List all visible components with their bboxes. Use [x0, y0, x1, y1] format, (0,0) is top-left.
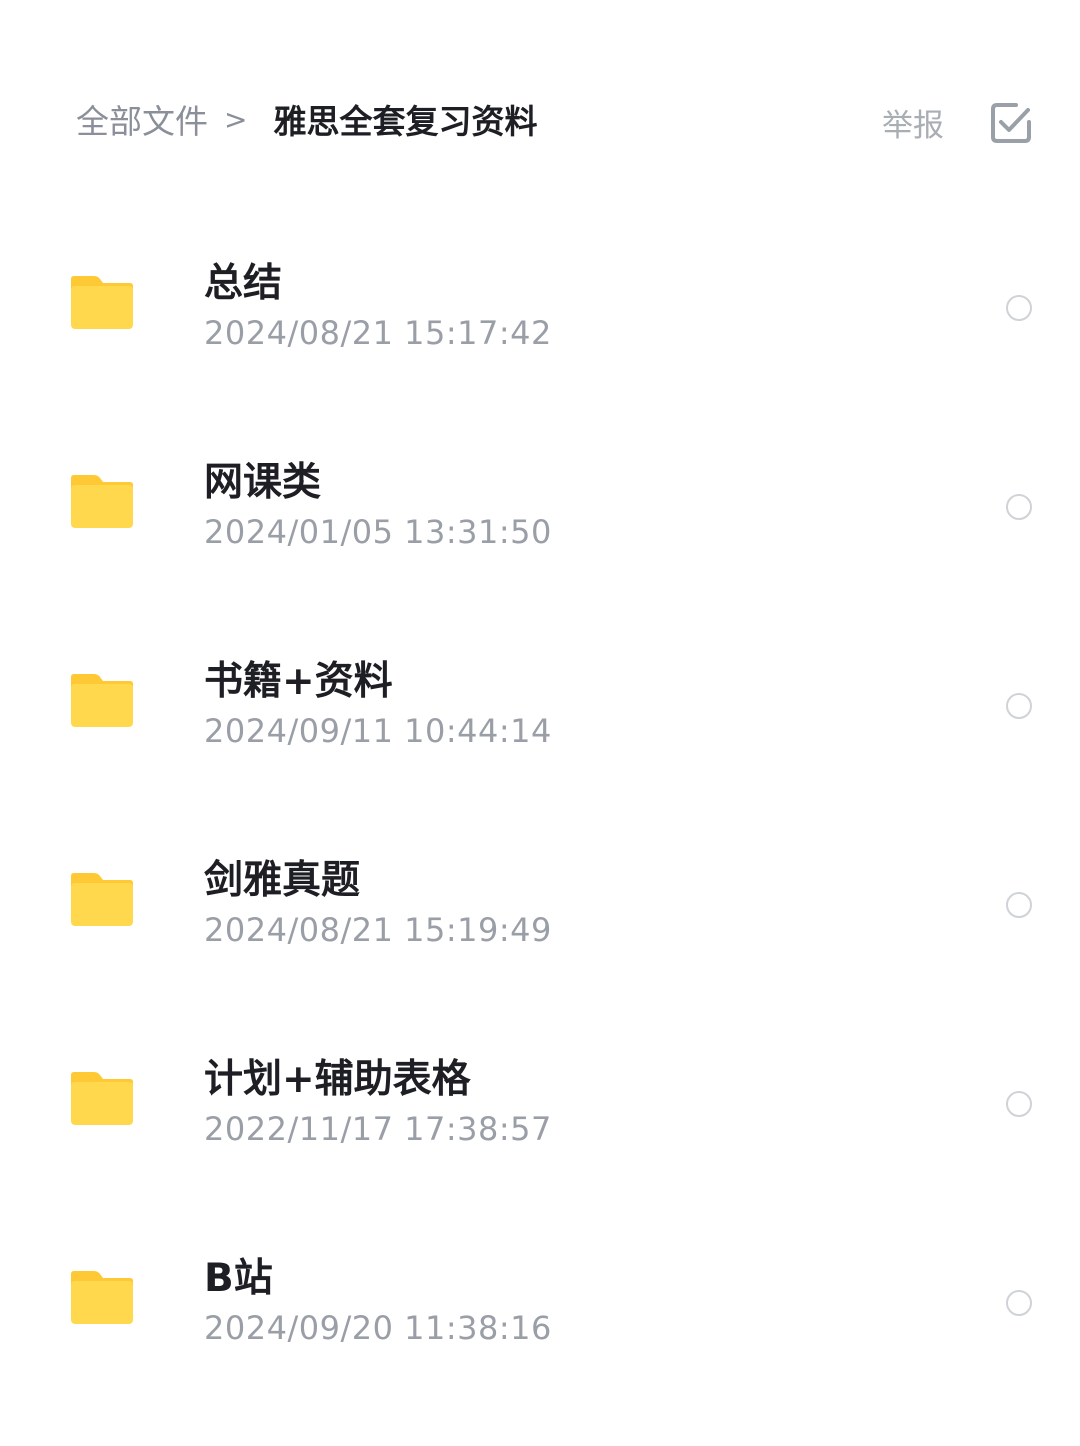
- file-row[interactable]: 计划+辅助表格 2022/11/17 17:38:57: [0, 1006, 1080, 1205]
- file-name: 计划+辅助表格: [204, 1057, 471, 1102]
- file-row[interactable]: 总结 2024/08/21 15:17:42: [0, 210, 1080, 409]
- file-name: B站: [204, 1256, 273, 1301]
- folder-icon: [71, 674, 133, 727]
- file-select-radio[interactable]: [1006, 295, 1032, 321]
- breadcrumb-separator: >: [224, 102, 248, 136]
- file-name: 网课类: [204, 460, 322, 505]
- breadcrumb-root-link[interactable]: 全部文件: [76, 95, 208, 143]
- file-modified-time: 2024/09/11 10:44:14: [204, 712, 552, 750]
- file-name: 总结: [204, 261, 283, 306]
- breadcrumb-current-folder: 雅思全套复习资料: [273, 102, 538, 141]
- multi-select-button[interactable]: [990, 102, 1032, 144]
- breadcrumb: 全部文件 > 雅思全套复习资料: [76, 94, 537, 144]
- file-select-radio[interactable]: [1006, 892, 1032, 918]
- file-modified-time: 2024/01/05 13:31:50: [204, 513, 552, 551]
- file-list: 总结 2024/08/21 15:17:42 网课类 2024/01/05 13…: [0, 210, 1080, 1404]
- folder-icon: [71, 276, 133, 329]
- file-row[interactable]: 书籍+资料 2024/09/11 10:44:14: [0, 608, 1080, 807]
- file-select-radio[interactable]: [1006, 1290, 1032, 1316]
- file-name: 书籍+资料: [204, 659, 393, 704]
- file-select-radio[interactable]: [1006, 494, 1032, 520]
- folder-icon: [71, 1072, 133, 1125]
- file-select-radio[interactable]: [1006, 1091, 1032, 1117]
- folder-icon: [71, 873, 133, 926]
- file-name: 剑雅真题: [204, 858, 361, 903]
- file-modified-time: 2024/08/21 15:19:49: [204, 911, 552, 949]
- file-row[interactable]: 剑雅真题 2024/08/21 15:19:49: [0, 807, 1080, 1006]
- report-button[interactable]: 举报: [882, 100, 944, 145]
- file-row[interactable]: B站 2024/09/20 11:38:16: [0, 1205, 1080, 1404]
- file-modified-time: 2024/08/21 15:17:42: [204, 314, 552, 352]
- file-modified-time: 2024/09/20 11:38:16: [204, 1309, 552, 1347]
- folder-icon: [71, 1271, 133, 1324]
- folder-icon: [71, 475, 133, 528]
- file-row[interactable]: 网课类 2024/01/05 13:31:50: [0, 409, 1080, 608]
- header-bar: 全部文件 > 雅思全套复习资料 举报: [0, 0, 1080, 200]
- file-select-radio[interactable]: [1006, 693, 1032, 719]
- file-modified-time: 2022/11/17 17:38:57: [204, 1110, 552, 1148]
- checkbox-check-icon: [991, 103, 1031, 143]
